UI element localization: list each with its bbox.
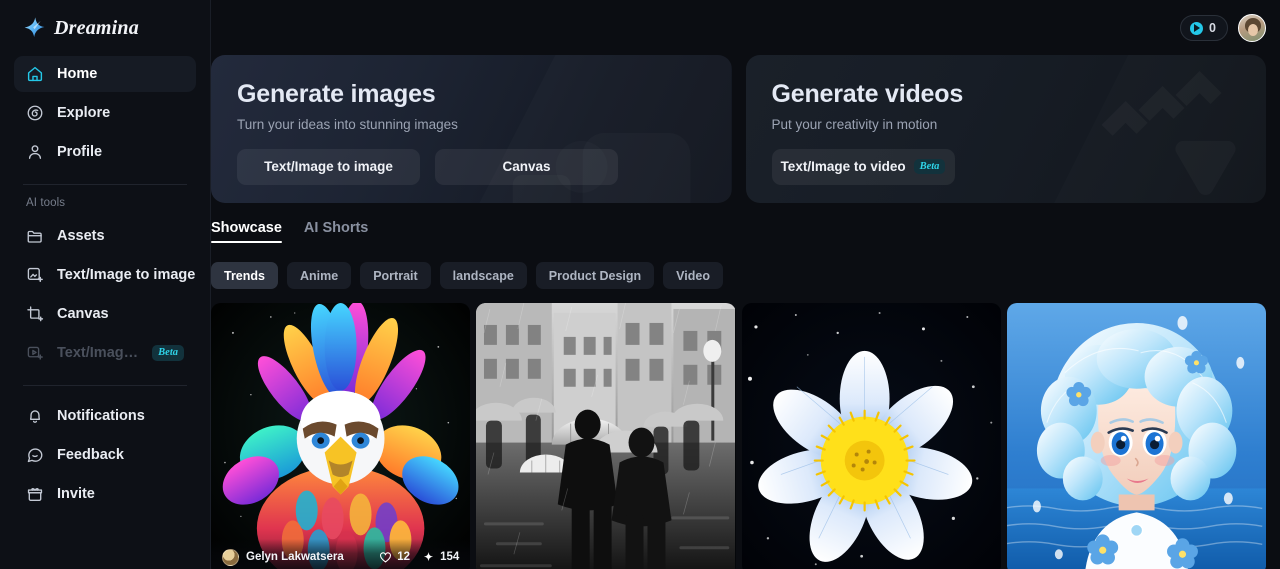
- sidebar-item-text-image-to-video[interactable]: Text/Image t... Beta: [14, 335, 196, 371]
- sidebar-item-canvas[interactable]: Canvas: [14, 296, 196, 332]
- tab-ai-shorts[interactable]: AI Shorts: [304, 220, 368, 243]
- content-tabs: Showcase AI Shorts: [211, 220, 1266, 243]
- sidebar-item-text-image-to-image[interactable]: Text/Image to image: [14, 257, 196, 293]
- chip-label: Portrait: [373, 268, 418, 283]
- sidebar-divider-bottom: [23, 385, 187, 386]
- chip-video[interactable]: Video: [663, 262, 723, 289]
- tab-label: AI Shorts: [303, 220, 369, 236]
- artwork-anime-girl-blue-hair: [1006, 303, 1266, 569]
- chip-landscape[interactable]: landscape: [439, 262, 527, 289]
- sidebar-item-feedback[interactable]: Feedback: [14, 437, 196, 473]
- hero-card-generate-videos: Generate videos Put your creativity in m…: [745, 55, 1266, 203]
- like-stat[interactable]: 12: [379, 551, 410, 564]
- sidebar: Dreamina Home Explore Profile AI tools A…: [0, 0, 211, 569]
- sidebar-item-profile[interactable]: Profile: [14, 134, 196, 170]
- text-image-to-video-button[interactable]: Text/Image to video Beta: [771, 148, 955, 185]
- main-content: 0 Generate images Turn your ideas into s…: [211, 0, 1280, 569]
- canvas-button[interactable]: Canvas: [435, 148, 618, 185]
- artwork-rainbow-eagle: [211, 303, 471, 569]
- header-actions: 0: [1180, 0, 1280, 56]
- button-label: Text/Image to video: [780, 159, 906, 174]
- folder-icon: [27, 230, 42, 243]
- hero-subtitle: Turn your ideas into stunning images: [237, 116, 458, 132]
- chip-anime[interactable]: Anime: [287, 262, 352, 289]
- person-icon: [28, 145, 42, 159]
- hero-title: Generate images: [237, 80, 436, 108]
- sidebar-item-label: Explore: [57, 105, 111, 121]
- like-count: 12: [397, 551, 411, 563]
- gallery-card[interactable]: [741, 303, 1001, 569]
- hero-card-generate-images: Generate images Turn your ideas into stu…: [211, 55, 732, 203]
- brand-logo[interactable]: Dreamina: [14, 0, 196, 56]
- sidebar-item-home[interactable]: Home: [14, 56, 196, 92]
- button-label: Canvas: [502, 159, 551, 174]
- credits-value: 0: [1209, 21, 1216, 35]
- sidebar-item-label: Canvas: [57, 306, 109, 322]
- sidebar-item-label: Home: [57, 66, 98, 82]
- sidebar-item-label: Assets: [57, 228, 105, 244]
- sidebar-item-invite[interactable]: Invite: [14, 476, 196, 512]
- chat-icon: [27, 448, 43, 463]
- hero-buttons: Text/Image to image Canvas: [237, 148, 706, 185]
- sidebar-item-label: Notifications: [57, 408, 145, 424]
- sidebar-item-label: Feedback: [57, 447, 124, 463]
- chip-product-design[interactable]: Product Design: [535, 262, 655, 289]
- sidebar-group-title: AI tools: [26, 197, 66, 209]
- artwork-blue-flower-starfield: [741, 303, 1001, 569]
- chip-label: Anime: [300, 268, 339, 283]
- beta-badge: Beta: [152, 345, 184, 361]
- author-name: Gelyn Lakwatsera: [246, 551, 344, 563]
- gallery-card-footer: Gelyn Lakwatsera 12 154: [211, 539, 471, 569]
- beta-badge: Beta: [913, 158, 946, 175]
- gallery-card[interactable]: [476, 303, 736, 569]
- use-stat[interactable]: 154: [422, 551, 459, 564]
- sidebar-item-label: Text/Image to image: [57, 267, 196, 283]
- sidebar-item-explore[interactable]: Explore: [14, 95, 196, 131]
- text-image-to-image-button[interactable]: Text/Image to image: [237, 148, 420, 185]
- artwork-rainy-street-bw: [476, 303, 736, 569]
- tab-label: Showcase: [211, 220, 282, 236]
- chip-label: Product Design: [548, 268, 642, 283]
- chip-label: Video: [676, 268, 710, 283]
- brand-name: Dreamina: [54, 16, 139, 39]
- credits-badge[interactable]: 0: [1180, 15, 1228, 41]
- sparkle-icon: [423, 551, 434, 561]
- image-plus-icon: [27, 267, 43, 283]
- crop-plus-icon: [27, 306, 44, 322]
- use-count: 154: [440, 551, 460, 563]
- sidebar-item-assets[interactable]: Assets: [14, 218, 196, 254]
- heart-icon: [380, 551, 392, 562]
- bell-icon: [29, 410, 41, 423]
- credit-coin-icon: [1190, 21, 1204, 35]
- sidebar-item-label: Profile: [57, 144, 103, 160]
- sidebar-item-notifications[interactable]: Notifications: [14, 398, 196, 434]
- sidebar-item-label: Text/Image t...: [57, 345, 139, 361]
- author-avatar: [222, 548, 239, 566]
- hero-buttons: Text/Image to video Beta: [771, 148, 1241, 185]
- filter-chips: Trends Anime Portrait landscape Product …: [211, 262, 1266, 289]
- chip-label: Trends: [224, 268, 265, 283]
- chip-trends[interactable]: Trends: [211, 262, 278, 289]
- avatar[interactable]: [1238, 14, 1266, 42]
- sidebar-divider-top: [23, 184, 187, 185]
- video-plus-icon: [27, 346, 43, 360]
- home-icon: [27, 66, 43, 82]
- gallery-card[interactable]: [1006, 303, 1266, 569]
- button-label: Text/Image to image: [264, 159, 393, 174]
- sidebar-item-label: Invite: [57, 486, 95, 502]
- chip-label: landscape: [452, 268, 514, 283]
- gallery-card[interactable]: Gelyn Lakwatsera 12 154: [211, 303, 471, 569]
- chip-portrait[interactable]: Portrait: [360, 262, 431, 289]
- showcase-grid: Gelyn Lakwatsera 12 154: [211, 303, 1266, 569]
- compass-icon: [27, 105, 43, 121]
- app-root: Dreamina Home Explore Profile AI tools A…: [0, 0, 1280, 569]
- hero-title: Generate videos: [771, 80, 964, 108]
- tab-showcase[interactable]: Showcase: [211, 220, 282, 243]
- gift-icon: [27, 488, 43, 501]
- hero-cards: Generate images Turn your ideas into stu…: [211, 0, 1266, 203]
- card-stats: 12 154: [379, 551, 459, 564]
- sparkle-star-icon: [24, 17, 45, 37]
- hero-subtitle: Put your creativity in motion: [771, 116, 938, 132]
